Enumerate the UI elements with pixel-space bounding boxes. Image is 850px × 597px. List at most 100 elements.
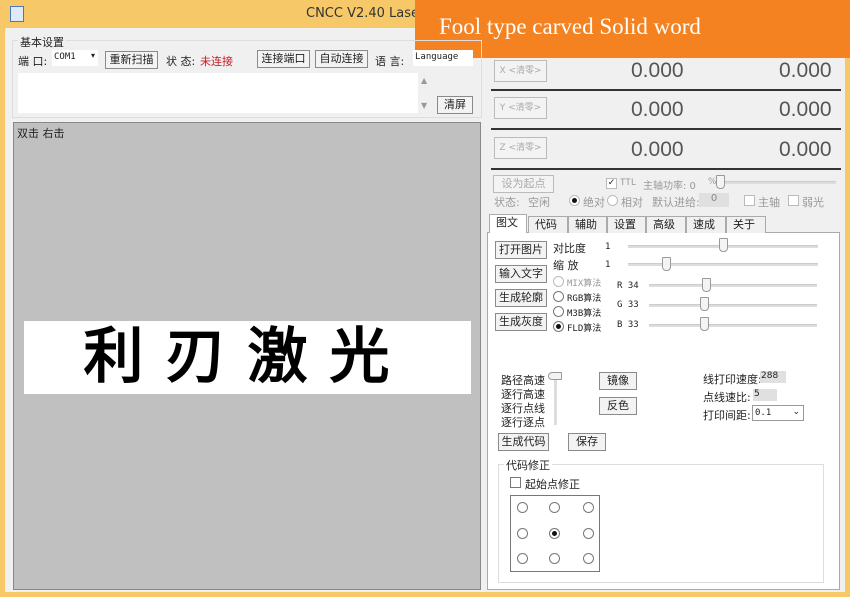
b-slider[interactable] [649,324,817,327]
absolute-label: 绝对 [583,196,605,209]
spindle-power-slider[interactable] [716,181,836,184]
origin-position-radio[interactable] [583,553,594,564]
port-label: 端 口: [18,55,48,68]
y-zero-button[interactable]: Y <清零> [494,97,547,119]
start-fix-label: 起始点修正 [525,478,580,491]
tab-assist[interactable]: 辅助 [568,216,607,233]
tab-about[interactable]: 关于 [726,216,766,233]
line-speed-input[interactable]: 288 [760,371,786,383]
speed-mode-slider[interactable] [554,375,557,425]
z-coord-machine: 0.000 [779,138,832,161]
rgb-algo-radio[interactable] [553,291,564,302]
preview-image: 利刃激光 [24,321,471,394]
origin-position-radio[interactable] [517,553,528,564]
tab-code[interactable]: 代码 [528,216,568,233]
port-value: COM1 [54,52,76,62]
basic-settings-label: 基本设置 [18,34,66,50]
relative-label: 相对 [621,196,643,209]
r-label: R 34 [617,281,639,291]
start-fix-checkbox[interactable] [510,477,521,488]
spindle-checkbox[interactable] [744,195,755,206]
code-fix-label: 代码修正 [504,457,552,473]
fld-algo-radio[interactable] [553,321,564,332]
weak-light-checkbox[interactable] [788,195,799,206]
divider [491,128,841,130]
tab-image-text[interactable]: 图文 [489,214,527,233]
generate-grayscale-button[interactable]: 生成灰度 [495,313,547,331]
canvas-hint: 双击 右击 [17,127,65,140]
m3b-algo-label: M3B算法 [567,309,602,319]
generate-outline-button[interactable]: 生成轮廓 [495,289,547,307]
line-speed-label: 线打印速度: [703,373,762,386]
ttl-checkbox[interactable]: ✓ [606,178,617,189]
language-select[interactable]: Language [413,50,473,66]
absolute-radio[interactable] [569,195,580,206]
weak-light-label: 弱光 [802,196,824,209]
slider-thumb[interactable] [700,297,710,311]
port-select[interactable]: COM1 ▾ [52,50,98,66]
set-origin-button[interactable]: 设为起点 [493,175,554,193]
slider-thumb[interactable] [719,238,728,252]
scroll-down-icon[interactable]: ▼ [421,101,427,110]
save-button[interactable]: 保存 [568,433,606,451]
ratio-label: 点线速比: [703,391,751,404]
tab-advanced[interactable]: 高级 [646,216,686,233]
generate-code-button[interactable]: 生成代码 [498,433,549,451]
state-value: 空闲 [528,196,550,209]
origin-position-radio[interactable] [583,528,594,539]
clear-screen-button[interactable]: 清屏 [437,96,473,114]
origin-position-radio[interactable] [549,502,560,513]
slider-thumb[interactable] [662,257,671,271]
connect-port-button[interactable]: 连接端口 [257,50,310,68]
mix-algo-label: MIX算法 [567,279,602,289]
spacing-value: 0.1 [755,408,772,418]
tab-settings[interactable]: 设置 [607,216,646,233]
speed-mode-thumb[interactable] [548,372,562,380]
origin-position-radio[interactable] [549,553,560,564]
origin-position-radio[interactable] [517,528,528,539]
slider-thumb[interactable] [702,278,712,292]
b-label: B 33 [617,320,639,330]
input-text-button[interactable]: 输入文字 [495,265,547,283]
invert-button[interactable]: 反色 [599,397,637,415]
tab-quick[interactable]: 速成 [686,216,726,233]
banner-text: Fool type carved Solid word [439,14,701,39]
slider-thumb[interactable] [700,317,710,331]
mirror-button[interactable]: 镜像 [599,372,637,390]
log-textarea[interactable] [18,73,418,113]
spacing-select[interactable]: 0.1 ⌄ [752,405,804,421]
x-coord-work: 0.000 [631,59,684,82]
spindle-label: 主轴 [758,196,780,209]
y-coord-work: 0.000 [631,98,684,121]
language-value: Language [415,52,459,62]
x-zero-button[interactable]: X <清零> [494,60,547,82]
chevron-down-icon: ⌄ [792,407,800,417]
state-label: 状态: [494,196,520,209]
rescan-button[interactable]: 重新扫描 [105,51,158,69]
status-label: 状 态: [166,55,196,68]
g-slider[interactable] [649,304,817,307]
y-coord-machine: 0.000 [779,98,832,121]
scale-value: 1 [605,260,611,270]
auto-connect-button[interactable]: 自动连接 [315,50,368,68]
origin-position-radio[interactable] [517,502,528,513]
image-canvas[interactable]: 双击 右击 利刃激光 [13,122,481,590]
mix-algo-radio[interactable] [553,276,564,287]
r-slider[interactable] [649,284,817,287]
z-zero-button[interactable]: Z <清零> [494,137,547,159]
origin-position-radio[interactable] [583,502,594,513]
ratio-input[interactable]: 5 [753,389,777,401]
scale-slider[interactable] [628,263,818,266]
open-image-button[interactable]: 打开图片 [495,241,547,259]
slider-thumb[interactable] [716,175,725,189]
m3b-algo-radio[interactable] [553,306,564,317]
default-feed-input[interactable]: 0 [699,193,729,207]
spindle-power-label: 主轴功率: 0 [643,181,696,192]
window-title: CNCC V2.40 Laser [306,6,425,21]
origin-position-radio[interactable] [549,528,560,539]
fld-algo-label: FLD算法 [567,324,602,334]
app-icon [10,6,24,22]
scroll-up-icon[interactable]: ▲ [421,76,427,85]
relative-radio[interactable] [607,195,618,206]
feed-value: 0 [710,193,718,204]
